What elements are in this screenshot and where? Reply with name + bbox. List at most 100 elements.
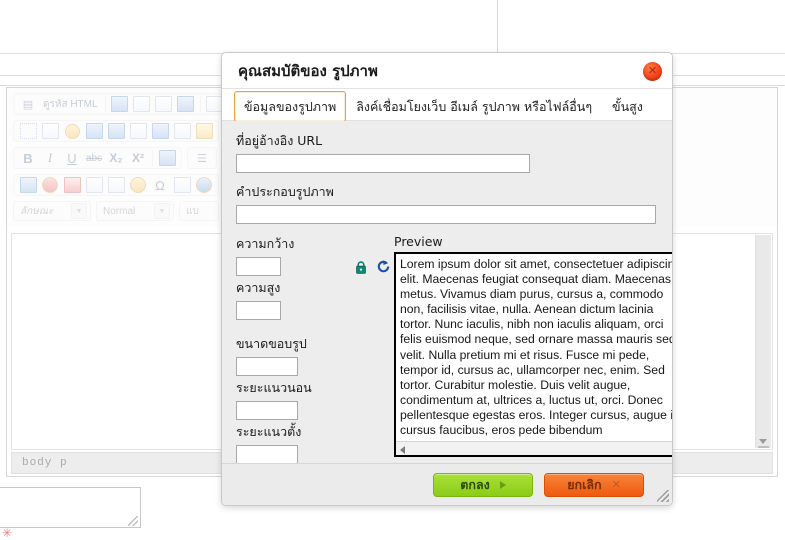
arrow-right-icon [499, 480, 506, 489]
remove-format-icon[interactable] [157, 149, 177, 167]
bold-icon[interactable]: B [18, 149, 38, 167]
ratio-controls [346, 234, 394, 463]
page-break-icon[interactable] [172, 176, 192, 194]
chevron-down-icon: ▼ [71, 203, 87, 219]
lock-icon[interactable] [355, 261, 367, 274]
separator [104, 96, 106, 112]
separator [152, 150, 153, 166]
width-input[interactable] [236, 257, 281, 276]
preview-icon[interactable] [154, 95, 174, 113]
styles-select-value: ลักษณะ [20, 205, 54, 217]
url-field-group: ที่อยู่อ้างอิง URL [236, 131, 658, 173]
underline-icon[interactable]: U [62, 149, 82, 167]
secondary-textarea[interactable] [0, 487, 141, 528]
source-label[interactable]: ดูรหัส HTML [40, 95, 101, 113]
cancel-button-label: ยกเลิก [567, 476, 602, 492]
dialog-tabs: ข้อมูลของรูปภาพ ลิงค์เชื่อมโยงเว็บ อีเมล… [222, 89, 672, 122]
screen: ▤ ดูรหัส HTML B I U abc X₂ X² ☰ Ω ลักษณะ… [0, 0, 785, 540]
scroll-down-icon[interactable] [759, 439, 767, 444]
format-select[interactable]: Normal ▼ [96, 201, 174, 221]
preview-box: Lorem ipsum dolor sit amet, consectetuer… [394, 252, 672, 457]
url-label: ที่อยู่อ้างอิง URL [236, 133, 323, 148]
ok-button-label: ตกลง [460, 476, 490, 492]
format-select-value: Normal [103, 205, 136, 217]
vspace-input[interactable] [236, 445, 298, 463]
url-input[interactable] [236, 154, 530, 173]
imagebutton-icon[interactable] [172, 122, 192, 140]
editor-scrollbar[interactable] [755, 235, 771, 448]
cancel-button[interactable]: ยกเลิก ✕ [544, 472, 644, 497]
hspace-input[interactable] [236, 401, 298, 420]
flash-icon[interactable] [40, 176, 60, 194]
strike-icon[interactable]: abc [84, 149, 104, 167]
scroll-track-end [758, 446, 769, 448]
save-icon[interactable] [110, 95, 130, 113]
height-input[interactable] [236, 301, 281, 320]
ok-button[interactable]: ตกลง [433, 472, 533, 497]
alt-text-label: คำประกอบรูปภาพ [236, 184, 334, 199]
dialog-resize-grip-icon[interactable] [657, 490, 669, 502]
reset-icon[interactable] [376, 259, 391, 274]
page-vertical-divider [497, 0, 498, 54]
iframe-icon[interactable] [194, 176, 214, 194]
width-label: ความกว้าง [236, 236, 295, 251]
youtube-icon[interactable] [62, 176, 82, 194]
dialog-title: คุณสมบัติของ รูปภาพ [238, 61, 378, 80]
new-page-icon[interactable] [132, 95, 152, 113]
resize-grip-icon[interactable] [128, 516, 138, 526]
superscript-icon[interactable]: X² [128, 149, 148, 167]
preview-text: Lorem ipsum dolor sit amet, consectetuer… [400, 257, 672, 438]
dimension-fields: ความกว้าง ความสูง ขนาดขอบรูป ระยะแนวนอน … [236, 234, 346, 463]
tab-link[interactable]: ลิงค์เชื่อมโยงเว็บ อีเมล์ รูปภาพ หรือไฟล… [346, 91, 602, 122]
italic-icon[interactable]: I [40, 149, 60, 167]
table-icon[interactable] [84, 176, 104, 194]
alt-field-group: คำประกอบรูปภาพ [236, 182, 658, 224]
image-properties-dialog: คุณสมบัติของ รูปภาพ ✕ ข้อมูลของรูปภาพ ลิ… [221, 52, 673, 506]
preview-panel: Preview Lorem ipsum dolor sit amet, cons… [394, 234, 672, 463]
textarea-icon[interactable] [106, 122, 126, 140]
subscript-icon[interactable]: X₂ [106, 149, 126, 167]
preview-label: Preview [394, 234, 443, 249]
numbered-list-icon[interactable]: ☰ [192, 149, 212, 167]
print-icon[interactable] [176, 95, 196, 113]
textfield-icon[interactable] [84, 122, 104, 140]
font-select-value: แบ [186, 205, 199, 217]
checkbox-icon[interactable] [40, 122, 60, 140]
close-x-icon: ✕ [611, 478, 621, 491]
selectfield-icon[interactable] [128, 122, 148, 140]
toolbar-group-basicstyles: B I U abc X₂ X² [13, 147, 182, 169]
toolbar-group-lists: ☰ [187, 147, 217, 169]
source-icon[interactable]: ▤ [18, 95, 38, 113]
styles-select[interactable]: ลักษณะ ▼ [13, 201, 91, 221]
horizontal-rule-icon[interactable] [106, 176, 126, 194]
toolbar-group-insert: Ω [13, 174, 219, 196]
font-select[interactable]: แบ [179, 201, 219, 221]
dialog-title-bar[interactable]: คุณสมบัติของ รูปภาพ [222, 53, 672, 89]
hiddenfield-icon[interactable] [194, 122, 214, 140]
close-icon[interactable]: ✕ [643, 62, 662, 81]
special-char-icon[interactable]: Ω [150, 176, 170, 194]
required-asterisk: ✳ [2, 526, 13, 540]
hspace-label: ระยะแนวนอน [236, 380, 312, 395]
form-icon[interactable] [18, 122, 38, 140]
tab-advanced[interactable]: ขั้นสูง [602, 91, 653, 122]
preview-horizontal-scrollbar[interactable] [396, 441, 672, 455]
image-icon[interactable] [18, 176, 38, 194]
chevron-down-icon: ▼ [154, 203, 170, 219]
radio-icon[interactable] [62, 122, 82, 140]
smiley-icon[interactable] [128, 176, 148, 194]
border-label: ขนาดขอบรูป [236, 336, 307, 351]
dimensions-and-preview: ความกว้าง ความสูง ขนาดขอบรูป ระยะแนวนอน … [236, 234, 672, 463]
toolbar-group-forms [13, 120, 219, 142]
scroll-left-icon[interactable] [400, 446, 405, 454]
dialog-footer: ตกลง ยกเลิก ✕ [222, 463, 672, 505]
height-label: ความสูง [236, 280, 281, 295]
alt-text-input[interactable] [236, 205, 656, 224]
border-input[interactable] [236, 357, 298, 376]
toolbar-group-document: ▤ ดูรหัส HTML [13, 93, 230, 115]
button-icon[interactable] [150, 122, 170, 140]
dialog-body: ที่อยู่อ้างอิง URL คำประกอบรูปภาพ ความกว… [222, 121, 672, 463]
tab-image-info[interactable]: ข้อมูลของรูปภาพ [234, 91, 347, 122]
